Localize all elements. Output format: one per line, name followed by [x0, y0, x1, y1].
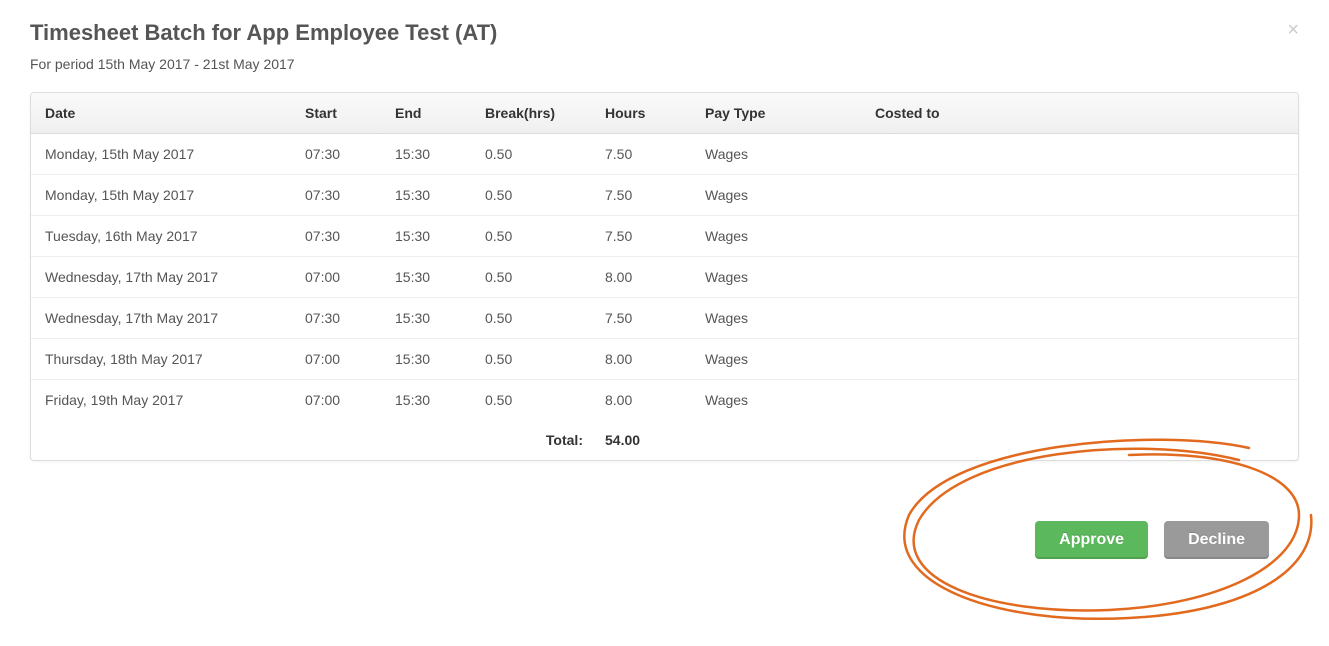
- cell-payType: Wages: [691, 257, 861, 298]
- cell-start: 07:30: [291, 298, 381, 339]
- cell-hours: 7.50: [591, 175, 691, 216]
- cell-start: 07:00: [291, 380, 381, 421]
- col-header-date: Date: [31, 93, 291, 134]
- close-icon[interactable]: ×: [1287, 20, 1299, 40]
- cell-hours: 7.50: [591, 216, 691, 257]
- cell-hours: 8.00: [591, 257, 691, 298]
- cell-end: 15:30: [381, 380, 471, 421]
- cell-date: Monday, 15th May 2017: [31, 175, 291, 216]
- table-header-row: Date Start End Break(hrs) Hours Pay Type…: [31, 93, 1298, 134]
- modal-title: Timesheet Batch for App Employee Test (A…: [30, 20, 1299, 46]
- table-footer-row: Total: 54.00: [31, 420, 1298, 460]
- cell-break: 0.50: [471, 216, 591, 257]
- cell-start: 07:30: [291, 216, 381, 257]
- cell-hours: 8.00: [591, 380, 691, 421]
- table-row: Monday, 15th May 201707:3015:300.507.50W…: [31, 175, 1298, 216]
- col-header-break: Break(hrs): [471, 93, 591, 134]
- cell-payType: Wages: [691, 380, 861, 421]
- cell-payType: Wages: [691, 298, 861, 339]
- table-body: Monday, 15th May 201707:3015:300.507.50W…: [31, 134, 1298, 421]
- decline-button[interactable]: Decline: [1164, 521, 1269, 559]
- cell-break: 0.50: [471, 339, 591, 380]
- cell-end: 15:30: [381, 216, 471, 257]
- cell-break: 0.50: [471, 380, 591, 421]
- cell-hours: 7.50: [591, 298, 691, 339]
- cell-end: 15:30: [381, 175, 471, 216]
- table-row: Wednesday, 17th May 201707:3015:300.507.…: [31, 298, 1298, 339]
- cell-end: 15:30: [381, 298, 471, 339]
- col-header-hours: Hours: [591, 93, 691, 134]
- cell-date: Tuesday, 16th May 2017: [31, 216, 291, 257]
- cell-payType: Wages: [691, 134, 861, 175]
- cell-date: Thursday, 18th May 2017: [31, 339, 291, 380]
- cell-break: 0.50: [471, 134, 591, 175]
- cell-date: Wednesday, 17th May 2017: [31, 257, 291, 298]
- col-header-start: Start: [291, 93, 381, 134]
- col-header-paytype: Pay Type: [691, 93, 861, 134]
- cell-payType: Wages: [691, 339, 861, 380]
- col-header-costedto: Costed to: [861, 93, 1298, 134]
- table-row: Monday, 15th May 201707:3015:300.507.50W…: [31, 134, 1298, 175]
- col-header-end: End: [381, 93, 471, 134]
- cell-start: 07:30: [291, 134, 381, 175]
- cell-costedTo: [861, 175, 1298, 216]
- cell-end: 15:30: [381, 134, 471, 175]
- cell-hours: 8.00: [591, 339, 691, 380]
- timesheet-table: Date Start End Break(hrs) Hours Pay Type…: [31, 93, 1298, 460]
- action-bar: Approve Decline: [30, 521, 1299, 559]
- cell-start: 07:00: [291, 339, 381, 380]
- total-value: 54.00: [591, 420, 691, 460]
- cell-costedTo: [861, 134, 1298, 175]
- cell-costedTo: [861, 216, 1298, 257]
- cell-date: Wednesday, 17th May 2017: [31, 298, 291, 339]
- cell-end: 15:30: [381, 339, 471, 380]
- cell-payType: Wages: [691, 175, 861, 216]
- approve-button[interactable]: Approve: [1035, 521, 1148, 559]
- cell-costedTo: [861, 298, 1298, 339]
- table-row: Thursday, 18th May 201707:0015:300.508.0…: [31, 339, 1298, 380]
- cell-costedTo: [861, 380, 1298, 421]
- cell-date: Monday, 15th May 2017: [31, 134, 291, 175]
- cell-break: 0.50: [471, 257, 591, 298]
- cell-end: 15:30: [381, 257, 471, 298]
- cell-start: 07:00: [291, 257, 381, 298]
- table-row: Friday, 19th May 201707:0015:300.508.00W…: [31, 380, 1298, 421]
- modal-subtitle: For period 15th May 2017 - 21st May 2017: [30, 56, 1299, 72]
- timesheet-card: Date Start End Break(hrs) Hours Pay Type…: [30, 92, 1299, 461]
- cell-costedTo: [861, 339, 1298, 380]
- total-label: Total:: [471, 420, 591, 460]
- cell-payType: Wages: [691, 216, 861, 257]
- cell-hours: 7.50: [591, 134, 691, 175]
- cell-break: 0.50: [471, 298, 591, 339]
- cell-costedTo: [861, 257, 1298, 298]
- table-row: Wednesday, 17th May 201707:0015:300.508.…: [31, 257, 1298, 298]
- table-row: Tuesday, 16th May 201707:3015:300.507.50…: [31, 216, 1298, 257]
- modal-header: Timesheet Batch for App Employee Test (A…: [30, 20, 1299, 72]
- cell-date: Friday, 19th May 2017: [31, 380, 291, 421]
- cell-break: 0.50: [471, 175, 591, 216]
- cell-start: 07:30: [291, 175, 381, 216]
